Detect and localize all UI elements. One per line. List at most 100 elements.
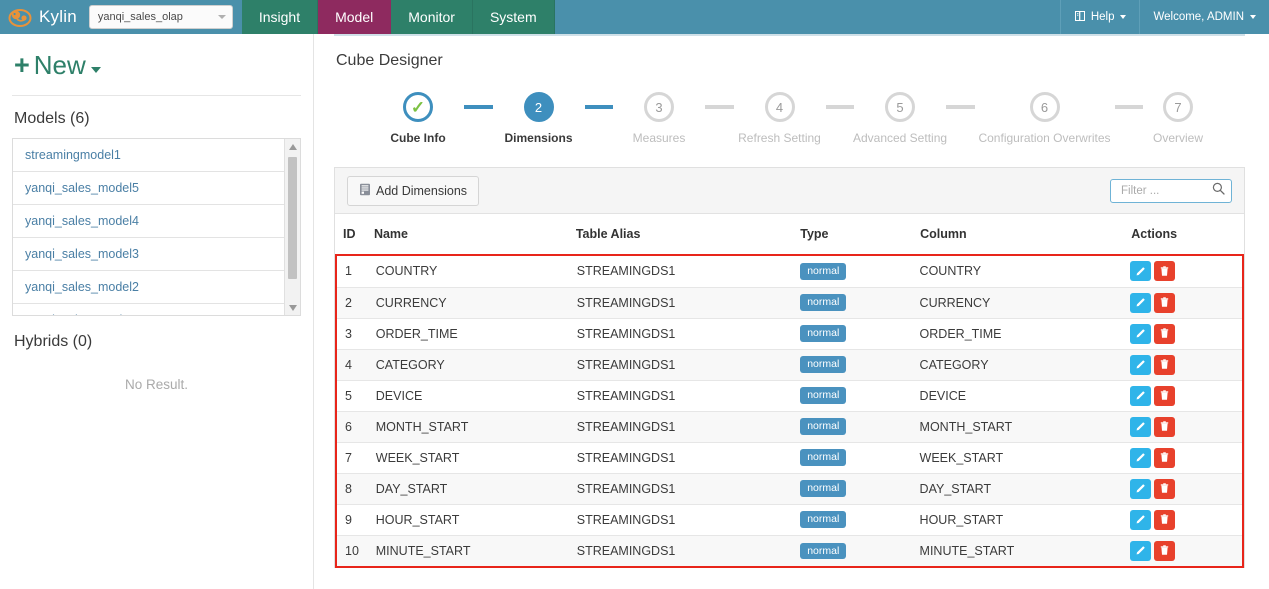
table-row[interactable]: 3 ORDER_TIME STREAMINGDS1 normal ORDER_T… (337, 317, 1242, 349)
new-button[interactable]: + New (12, 34, 301, 95)
table-row[interactable]: 8 DAY_START STREAMINGDS1 normal DAY_STAR… (337, 472, 1242, 504)
cell-actions (1129, 441, 1242, 473)
nav-item-model[interactable]: Model (318, 0, 392, 34)
wizard-step-circle: 7 (1163, 92, 1193, 122)
table-row[interactable]: 7 WEEK_START STREAMINGDS1 normal WEEK_ST… (337, 441, 1242, 473)
nav-item-system[interactable]: System (472, 0, 555, 34)
model-link: streamingmodel1 (25, 148, 121, 162)
edit-row-button[interactable] (1129, 354, 1151, 375)
cell-type: normal (800, 286, 920, 318)
edit-row-button[interactable] (1129, 292, 1151, 313)
cell-name: ORDER_TIME (375, 317, 577, 349)
edit-row-button[interactable] (1129, 416, 1151, 437)
delete-row-button[interactable] (1153, 509, 1175, 530)
delete-row-button[interactable] (1153, 323, 1175, 344)
edit-row-button[interactable] (1129, 323, 1151, 344)
table-row[interactable]: 10 MINUTE_START STREAMINGDS1 normal MINU… (337, 534, 1242, 566)
column-header-column: Column (920, 214, 1132, 254)
cell-alias: STREAMINGDS1 (576, 441, 801, 473)
table-row[interactable]: 4 CATEGORY STREAMINGDS1 normal CATEGORY (337, 348, 1242, 380)
wizard-step-circle: 6 (1029, 92, 1060, 122)
search-icon[interactable] (1212, 182, 1225, 200)
add-dimensions-button[interactable]: Add Dimensions (347, 175, 480, 206)
nav-item-insight-label: Insight (258, 9, 301, 25)
edit-row-button[interactable] (1129, 509, 1151, 530)
edit-row-button[interactable] (1129, 540, 1151, 561)
wizard-step-circle: 4 (764, 92, 795, 122)
list-item[interactable]: yanqi_sales_model4 (13, 205, 300, 238)
cell-type: normal (800, 379, 920, 411)
status-badge: normal (800, 449, 847, 466)
user-menu[interactable]: Welcome, ADMIN (1139, 0, 1269, 34)
edit-row-button[interactable] (1129, 478, 1151, 499)
brand[interactable]: Kylin (0, 0, 87, 34)
edit-row-button[interactable] (1129, 385, 1151, 406)
delete-row-button[interactable] (1153, 354, 1175, 375)
plus-icon: + (14, 50, 30, 80)
nav-item-insight[interactable]: Insight (241, 0, 319, 34)
project-selector-value: yanqi_sales_olap (97, 11, 183, 23)
wizard-step-label: Dimensions (504, 131, 573, 145)
scroll-up-button[interactable] (285, 139, 300, 154)
delete-row-button[interactable] (1153, 416, 1175, 437)
delete-row-button[interactable] (1153, 385, 1175, 406)
status-badge: normal (800, 356, 847, 373)
list-item[interactable]: yanqi_sales_model5 (13, 172, 300, 205)
cell-id: 4 (337, 348, 376, 380)
table-row[interactable]: 5 DEVICE STREAMINGDS1 normal DEVICE (337, 379, 1242, 411)
nav-item-monitor[interactable]: Monitor (391, 0, 473, 34)
column-header-alias: Table Alias (575, 214, 801, 254)
delete-row-button[interactable] (1153, 540, 1175, 561)
navbar-right: Help Welcome, ADMIN (1059, 0, 1269, 34)
wizard-connector (825, 105, 854, 109)
brand-name: Kylin (39, 7, 77, 26)
delete-row-button[interactable] (1153, 292, 1175, 313)
cell-column: DEVICE (919, 379, 1130, 411)
list-item[interactable]: streamingmodel1 (13, 139, 300, 172)
cell-name: HOUR_START (375, 503, 577, 535)
cell-name: DAY_START (375, 472, 577, 504)
cell-id: 1 (345, 264, 352, 279)
filter-input[interactable] (1119, 183, 1208, 198)
scrollbar-thumb[interactable] (288, 157, 297, 279)
cell-column: MINUTE_START (919, 534, 1130, 566)
delete-row-button[interactable] (1153, 478, 1175, 499)
wizard-step-label: Configuration Overwrites (978, 131, 1111, 145)
filter-box[interactable] (1110, 178, 1232, 203)
wizard-step-measures[interactable]: 3 Measures (613, 92, 705, 145)
cell-alias: STREAMINGDS1 (576, 348, 801, 380)
edit-row-button[interactable] (1129, 447, 1151, 468)
cell-actions (1129, 256, 1242, 287)
wizard-step-configuration-overwrites[interactable]: 6 Configuration Overwrites (975, 92, 1115, 145)
table-row[interactable]: 2 CURRENCY STREAMINGDS1 normal CURRENCY (337, 286, 1242, 318)
wizard-step-refresh-setting[interactable]: 4 Refresh Setting (734, 92, 826, 145)
list-add-icon (359, 183, 371, 199)
wizard-step-label: Advanced Setting (852, 131, 948, 145)
cell-actions (1129, 410, 1242, 442)
list-item[interactable]: yanqi_sales_model3 (13, 238, 300, 271)
table-row[interactable]: 6 MONTH_START STREAMINGDS1 normal MONTH_… (337, 410, 1242, 442)
table-body: 1 COUNTRY STREAMINGDS1 normal COUNTRY 2 … (337, 256, 1242, 566)
models-scrollbar[interactable] (284, 139, 300, 315)
wizard-step-label: Measures (632, 131, 686, 145)
cell-id: 2 (337, 286, 376, 318)
list-item[interactable]: yanqi_sales_model2 (13, 271, 300, 304)
wizard-step-cube-info[interactable]: ✓ Cube Info (372, 92, 464, 145)
wizard-step-label: Cube Info (390, 131, 446, 145)
edit-row-button[interactable] (1129, 261, 1151, 282)
cell-actions (1129, 286, 1242, 318)
cell-id: 6 (337, 410, 376, 442)
caret-down-icon (90, 66, 101, 73)
project-selector[interactable]: yanqi_sales_olap (88, 5, 233, 29)
table-row[interactable]: 1 COUNTRY STREAMINGDS1 normal COUNTRY (337, 256, 1242, 287)
wizard-step-overview[interactable]: 7 Overview (1143, 92, 1213, 145)
delete-row-button[interactable] (1153, 261, 1175, 282)
nav-item-system-label: System (489, 9, 537, 25)
scroll-down-button[interactable] (285, 300, 300, 315)
wizard-step-advanced-setting[interactable]: 5 Advanced Setting (852, 92, 948, 145)
delete-row-button[interactable] (1153, 447, 1175, 468)
help-menu[interactable]: Help (1059, 0, 1140, 34)
wizard-step-dimensions[interactable]: 2 Dimensions (493, 92, 585, 145)
list-item[interactable]: yanqi_sales_mode1 (13, 304, 300, 315)
table-row[interactable]: 9 HOUR_START STREAMINGDS1 normal HOUR_ST… (337, 503, 1242, 535)
